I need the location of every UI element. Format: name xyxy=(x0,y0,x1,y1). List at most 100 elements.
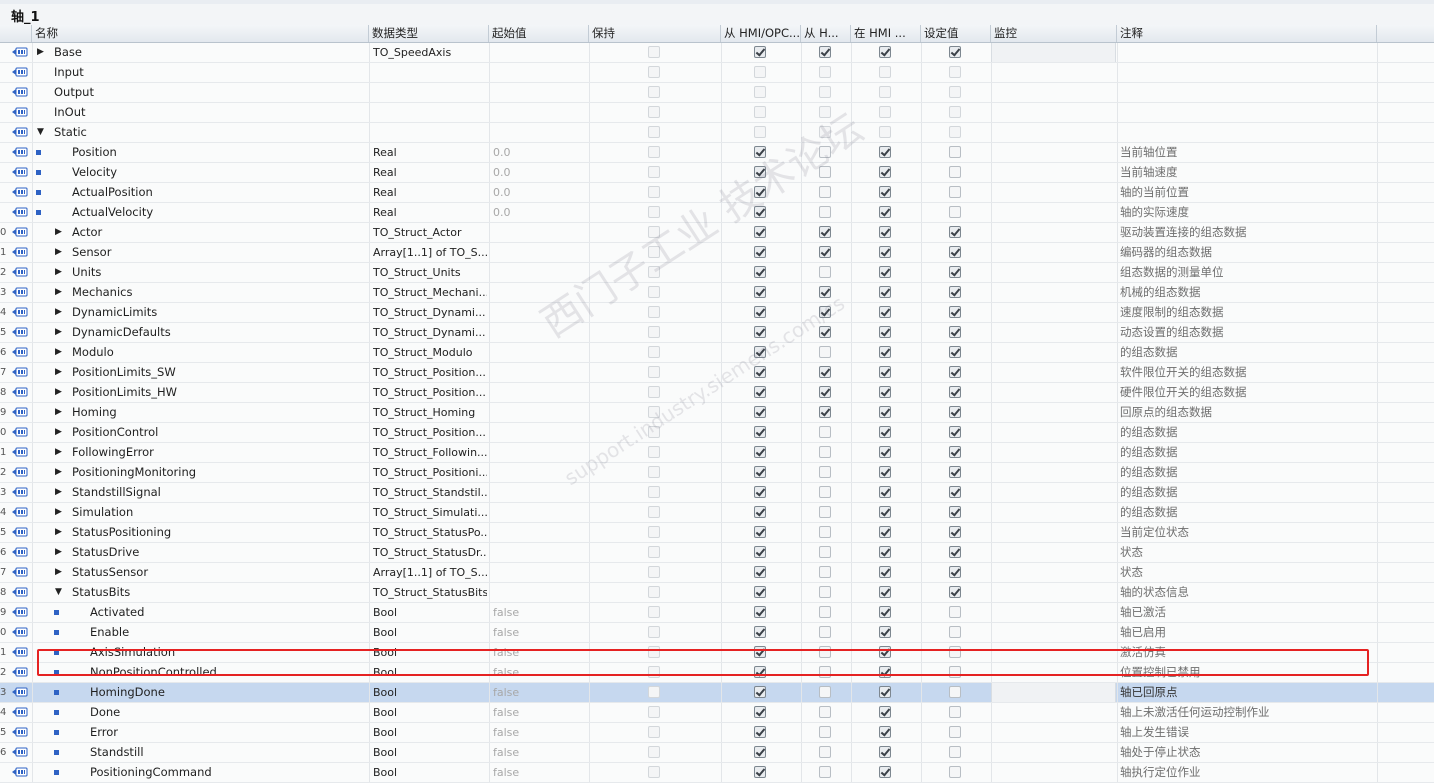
hmi-write-checkbox[interactable] xyxy=(819,166,831,178)
start-value-cell[interactable] xyxy=(493,323,585,342)
data-type-cell[interactable]: TO_Struct_Mechani... xyxy=(373,283,487,302)
comment-cell[interactable]: 硬件限位开关的组态数据 xyxy=(1120,383,1376,402)
retain-checkbox[interactable] xyxy=(648,526,660,538)
start-value-cell[interactable] xyxy=(493,383,585,402)
comment-cell[interactable]: 当前轴位置 xyxy=(1120,143,1376,162)
table-row[interactable]: 3 ▶ StandstillSignal TO_Struct_Standstil...… xyxy=(0,483,1434,503)
tag-name[interactable]: Velocity xyxy=(72,163,365,182)
retain-checkbox[interactable] xyxy=(648,186,660,198)
comment-cell[interactable] xyxy=(1120,123,1376,142)
table-row[interactable]: 7 ▶ StatusSensor Array[1..1] of TO_S... 状态 xyxy=(0,563,1434,583)
data-type-cell[interactable]: TO_Struct_Position... xyxy=(373,383,487,402)
retain-checkbox[interactable] xyxy=(648,126,660,138)
expand-arrow-icon[interactable]: ▶ xyxy=(55,463,62,482)
hmi-access-checkbox[interactable] xyxy=(754,206,766,218)
tag-name[interactable]: PositioningMonitoring xyxy=(72,463,365,482)
retain-checkbox[interactable] xyxy=(648,466,660,478)
start-value-cell[interactable] xyxy=(493,223,585,242)
expand-arrow-icon[interactable]: ▶ xyxy=(55,383,62,402)
setpoint-checkbox[interactable] xyxy=(949,346,961,358)
hmi-access-checkbox[interactable] xyxy=(754,626,766,638)
col-name[interactable]: 名称 xyxy=(32,25,369,42)
hmi-access-checkbox[interactable] xyxy=(754,86,766,98)
tag-name[interactable]: PositionLimits_HW xyxy=(72,383,365,402)
start-value-cell[interactable]: 0.0 xyxy=(493,203,585,222)
comment-cell[interactable]: 编码器的组态数据 xyxy=(1120,243,1376,262)
comment-cell[interactable] xyxy=(1120,43,1376,62)
tag-name[interactable]: Input xyxy=(54,63,365,82)
hmi-access-checkbox[interactable] xyxy=(754,766,766,778)
setpoint-checkbox[interactable] xyxy=(949,686,961,698)
comment-cell[interactable]: 软件限位开关的组态数据 xyxy=(1120,363,1376,382)
retain-checkbox[interactable] xyxy=(648,686,660,698)
hmi-access-checkbox[interactable] xyxy=(754,746,766,758)
data-type-cell[interactable]: TO_Struct_Dynami... xyxy=(373,323,487,342)
hmi-access-checkbox[interactable] xyxy=(754,486,766,498)
hmi-write-checkbox[interactable] xyxy=(819,446,831,458)
expand-arrow-icon[interactable]: ▶ xyxy=(55,363,62,382)
tag-name[interactable]: Enable xyxy=(90,623,365,642)
hmi-access-checkbox[interactable] xyxy=(754,306,766,318)
setpoint-checkbox[interactable] xyxy=(949,126,961,138)
hmi-access-checkbox[interactable] xyxy=(754,366,766,378)
retain-checkbox[interactable] xyxy=(648,426,660,438)
data-type-cell[interactable]: TO_Struct_Simulati... xyxy=(373,503,487,522)
retain-checkbox[interactable] xyxy=(648,266,660,278)
setpoint-checkbox[interactable] xyxy=(949,226,961,238)
start-value-cell[interactable] xyxy=(493,343,585,362)
table-row[interactable]: 2 ▶ Units TO_Struct_Units 组态数据的测量单位 xyxy=(0,263,1434,283)
hmi-visible-checkbox[interactable] xyxy=(879,386,891,398)
retain-checkbox[interactable] xyxy=(648,746,660,758)
hmi-write-checkbox[interactable] xyxy=(819,766,831,778)
retain-checkbox[interactable] xyxy=(648,146,660,158)
data-type-cell[interactable]: TO_Struct_Followin... xyxy=(373,443,487,462)
hmi-visible-checkbox[interactable] xyxy=(879,126,891,138)
hmi-write-checkbox[interactable] xyxy=(819,686,831,698)
start-value-cell[interactable]: 0.0 xyxy=(493,163,585,182)
hmi-visible-checkbox[interactable] xyxy=(879,426,891,438)
tag-name[interactable]: StandstillSignal xyxy=(72,483,365,502)
col-hmi-visible[interactable]: 在 HMI ... xyxy=(851,25,921,42)
comment-cell[interactable]: 的组态数据 xyxy=(1120,343,1376,362)
tag-name[interactable]: Static xyxy=(54,123,365,142)
start-value-cell[interactable]: false xyxy=(493,743,585,762)
setpoint-checkbox[interactable] xyxy=(949,286,961,298)
tag-name[interactable]: StatusBits xyxy=(72,583,365,602)
comment-cell[interactable]: 轴已回原点 xyxy=(1120,683,1376,702)
retain-checkbox[interactable] xyxy=(648,46,660,58)
hmi-write-checkbox[interactable] xyxy=(819,126,831,138)
setpoint-checkbox[interactable] xyxy=(949,546,961,558)
start-value-cell[interactable] xyxy=(493,363,585,382)
retain-checkbox[interactable] xyxy=(648,206,660,218)
hmi-access-checkbox[interactable] xyxy=(754,106,766,118)
table-row[interactable]: 0 Enable Bool false 轴已启用 xyxy=(0,623,1434,643)
hmi-access-checkbox[interactable] xyxy=(754,586,766,598)
hmi-access-checkbox[interactable] xyxy=(754,66,766,78)
hmi-write-checkbox[interactable] xyxy=(819,186,831,198)
hmi-write-checkbox[interactable] xyxy=(819,206,831,218)
hmi-visible-checkbox[interactable] xyxy=(879,286,891,298)
hmi-visible-checkbox[interactable] xyxy=(879,306,891,318)
data-type-cell[interactable]: TO_Struct_StatusBits xyxy=(373,583,487,602)
start-value-cell[interactable] xyxy=(493,123,585,142)
hmi-access-checkbox[interactable] xyxy=(754,406,766,418)
retain-checkbox[interactable] xyxy=(648,766,660,778)
expand-arrow-icon[interactable]: ▶ xyxy=(55,563,62,582)
table-row[interactable]: ActualVelocity Real 0.0 轴的实际速度 xyxy=(0,203,1434,223)
setpoint-checkbox[interactable] xyxy=(949,466,961,478)
hmi-write-checkbox[interactable] xyxy=(819,66,831,78)
data-type-cell[interactable]: Real xyxy=(373,143,487,162)
start-value-cell[interactable] xyxy=(493,423,585,442)
setpoint-checkbox[interactable] xyxy=(949,706,961,718)
data-type-cell[interactable] xyxy=(373,123,487,142)
data-type-cell[interactable]: TO_Struct_Positioni... xyxy=(373,463,487,482)
comment-cell[interactable]: 动态设置的组态数据 xyxy=(1120,323,1376,342)
comment-cell[interactable]: 驱动装置连接的组态数据 xyxy=(1120,223,1376,242)
hmi-access-checkbox[interactable] xyxy=(754,186,766,198)
comment-cell[interactable] xyxy=(1120,63,1376,82)
hmi-visible-checkbox[interactable] xyxy=(879,566,891,578)
start-value-cell[interactable]: 0.0 xyxy=(493,183,585,202)
comment-cell[interactable] xyxy=(1120,103,1376,122)
setpoint-checkbox[interactable] xyxy=(949,366,961,378)
start-value-cell[interactable] xyxy=(493,483,585,502)
